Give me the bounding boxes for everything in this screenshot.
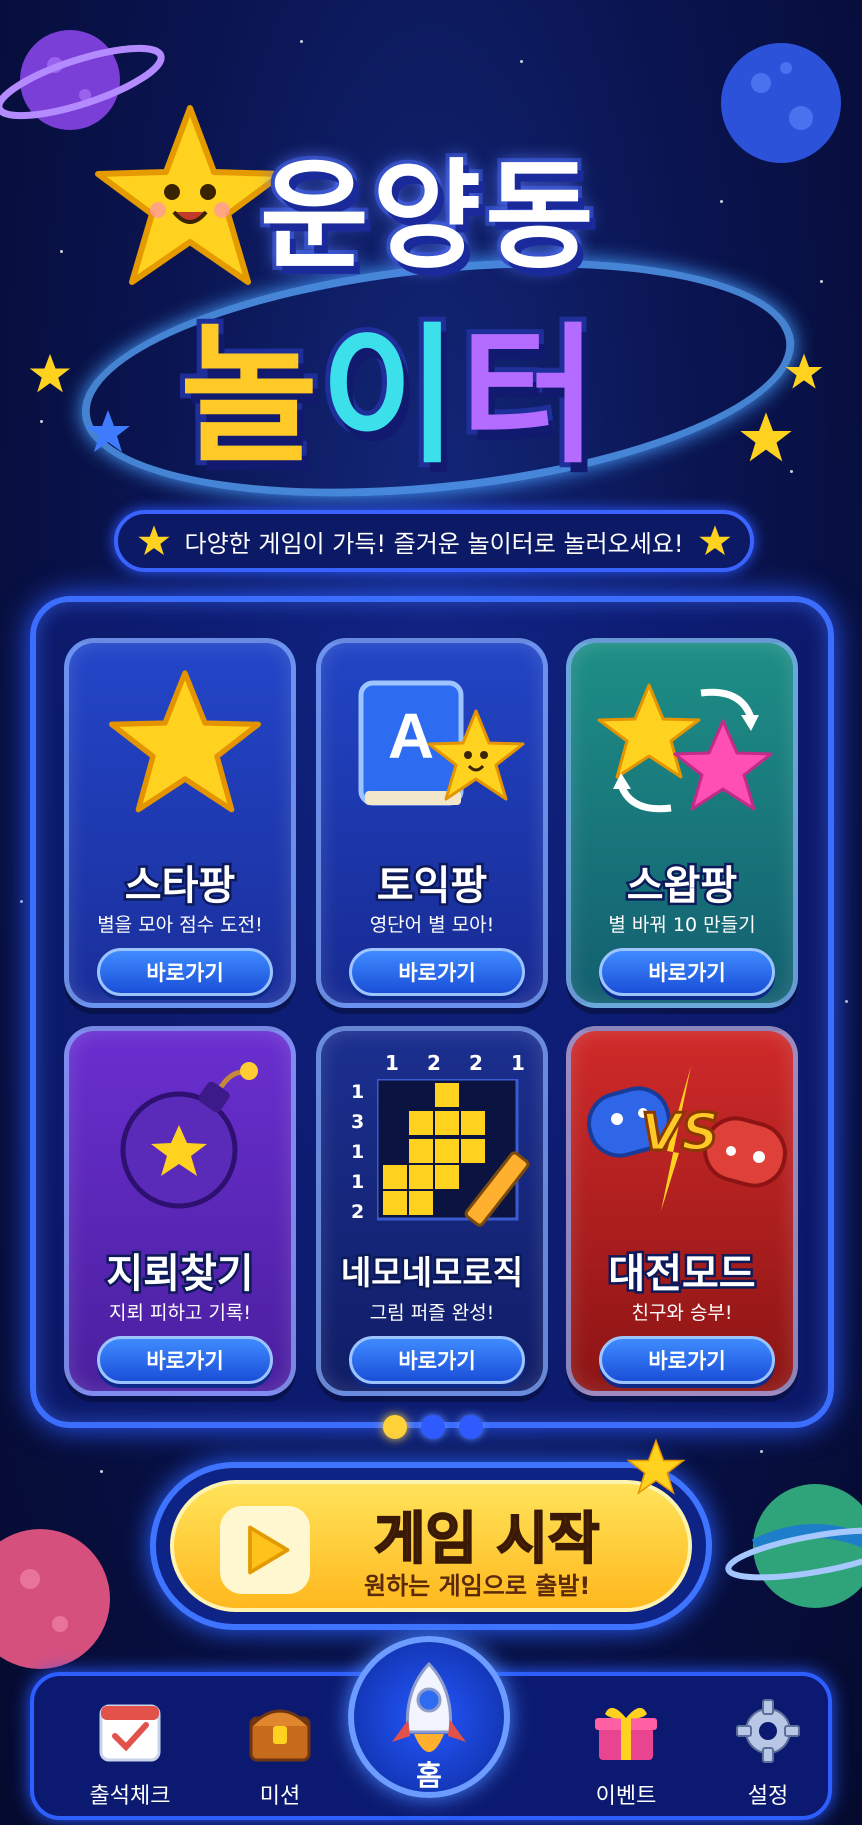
game-grid-panel: 스타팡 별을 모아 점수 도전! 바로가기 A 토익팡 영단어 별 모아! 바로…: [30, 596, 834, 1428]
nav-item-mission[interactable]: 미션: [210, 1686, 350, 1814]
star-icon: [137, 525, 170, 556]
pagination: [378, 1414, 488, 1440]
row-clue: 3: [351, 1111, 365, 1133]
gift-icon: [595, 1707, 657, 1760]
game-title: 네모네모로직: [338, 1251, 525, 1295]
go-button[interactable]: 바로가기: [599, 948, 775, 996]
star-icon: [109, 670, 262, 813]
nonogram-col-clues: 1 2 2 1: [385, 1051, 525, 1075]
green-planet-icon: [725, 1484, 862, 1608]
app-title: 운양동 놀이터: [0, 100, 862, 528]
go-button[interactable]: 바로가기: [599, 1336, 775, 1384]
small-star-icon: [86, 410, 130, 452]
row-clue: 1: [351, 1141, 365, 1163]
star-icon: [626, 1438, 686, 1495]
title-char-1: 놀: [175, 305, 323, 489]
pink-planet-icon: [0, 1529, 110, 1669]
subtitle-banner: 다양한 게임이 가득! 즐거운 놀이터로 놀러오세요!: [114, 510, 754, 572]
swap-stars-icon: [597, 683, 773, 813]
row-clue: 1: [351, 1171, 365, 1193]
nav-label: 출석체크: [89, 1784, 171, 1809]
go-button[interactable]: 바로가기: [349, 948, 525, 996]
small-star-icon: [29, 353, 71, 393]
go-button[interactable]: 바로가기: [97, 1336, 273, 1384]
nonogram-icon: [377, 1079, 530, 1227]
col-clue: 2: [427, 1051, 441, 1075]
start-title: 게임 시작: [373, 1506, 601, 1573]
nav-label: 미션: [259, 1784, 301, 1809]
title-char-3: 터: [455, 305, 603, 489]
start-button-face[interactable]: 게임 시작 원하는 게임으로 출발!: [170, 1480, 692, 1612]
nav-item-settings[interactable]: 설정: [698, 1686, 838, 1814]
svg-text:A: A: [388, 700, 434, 772]
game-title: 대전모드: [606, 1249, 758, 1300]
vs-label: VS: [640, 1102, 721, 1165]
nav-label: 설정: [747, 1784, 789, 1809]
col-clue: 2: [469, 1051, 483, 1075]
calendar-check-icon: [99, 1704, 161, 1762]
nav-item-home[interactable]: 홈: [348, 1636, 510, 1798]
game-title: 지뢰찾기: [104, 1249, 256, 1300]
col-clue: 1: [385, 1051, 399, 1075]
title-line-1: 운양동: [256, 143, 598, 289]
subtitle-text: 다양한 게임이 가득! 즐거운 놀이터로 놀러오세요!: [184, 529, 684, 558]
game-title: 토익팡: [374, 861, 489, 912]
nav-label: 이벤트: [595, 1784, 657, 1809]
treasure-chest-icon: [249, 1709, 311, 1762]
page-dot-active[interactable]: [383, 1415, 407, 1439]
game-description: 지뢰 피하고 기록!: [108, 1302, 252, 1324]
game-description: 별을 모아 점수 도전!: [97, 914, 263, 936]
gear-icon: [736, 1699, 800, 1763]
nonogram-row-clues: 1 3 1 1 2: [351, 1081, 371, 1223]
game-card-versus[interactable]: VS 대전모드 친구와 승부! 바로가기: [566, 1026, 798, 1396]
game-description: 영단어 별 모아!: [369, 914, 495, 936]
go-button[interactable]: 바로가기: [349, 1336, 525, 1384]
small-star-icon: [740, 412, 792, 462]
game-card-nonogram[interactable]: 1 2 2 1 1 3 1 1 2 네모네모로직 그림 퍼즐 완성! 바로가기: [316, 1026, 548, 1396]
game-title: 스왑팡: [624, 861, 739, 912]
start-game-button[interactable]: 게임 시작 원하는 게임으로 출발!: [150, 1438, 712, 1630]
row-clue: 2: [351, 1201, 365, 1223]
small-star-icon: [785, 353, 823, 389]
page-dot[interactable]: [459, 1415, 483, 1439]
page-dot[interactable]: [421, 1415, 445, 1439]
go-button[interactable]: 바로가기: [97, 948, 273, 996]
start-subtitle: 원하는 게임으로 출발!: [364, 1572, 591, 1600]
game-title: 스타팡: [122, 861, 237, 912]
game-description: 별 바꿔 10 만들기: [608, 914, 756, 936]
nav-label: 홈: [416, 1759, 442, 1792]
bomb-icon: [120, 1062, 258, 1209]
row-clue: 1: [351, 1081, 365, 1103]
book-star-icon: A: [358, 680, 525, 806]
star-icon: [698, 525, 731, 556]
game-card-starpang[interactable]: 스타팡 별을 모아 점수 도전! 바로가기: [64, 638, 296, 1008]
col-clue: 1: [511, 1051, 525, 1075]
title-char-2: 이: [315, 305, 463, 489]
game-description: 그림 퍼즐 완성!: [369, 1302, 495, 1324]
game-card-minesweeper[interactable]: 지뢰찾기 지뢰 피하고 기록! 바로가기: [64, 1026, 296, 1396]
nav-item-attendance[interactable]: 출석체크: [60, 1686, 200, 1814]
play-icon: [220, 1506, 310, 1594]
nav-item-event[interactable]: 이벤트: [556, 1686, 696, 1814]
title-line-2: 놀이터: [175, 275, 603, 492]
game-description: 친구와 승부!: [631, 1302, 733, 1324]
game-card-swappang[interactable]: 스왑팡 별 바꿔 10 만들기 바로가기: [566, 638, 798, 1008]
game-card-toeicpang[interactable]: A 토익팡 영단어 별 모아! 바로가기: [316, 638, 548, 1008]
